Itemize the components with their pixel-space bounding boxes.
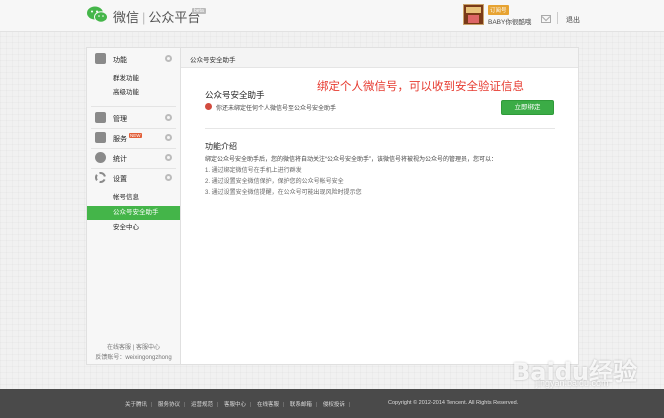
logout-link[interactable]: 退出 xyxy=(566,15,580,25)
breadcrumb-bar: 公众号安全助手 xyxy=(181,48,578,68)
bind-now-button[interactable]: 立即绑定 xyxy=(501,100,554,115)
red-annotation: 绑定个人微信号，可以收到安全验证信息 xyxy=(317,79,524,93)
gear-icon xyxy=(95,172,106,183)
footer-separator: | xyxy=(249,402,252,408)
sidebar-section-service[interactable]: 服务 NEW xyxy=(87,129,180,147)
footer-link[interactable]: 运营规范 xyxy=(191,402,213,408)
sidebar-item-security-assistant[interactable]: 公众号安全助手 xyxy=(87,206,180,220)
header-divider xyxy=(557,12,558,24)
sidebar-section-label: 功能 xyxy=(113,57,127,64)
footer-link[interactable]: 客服中心 xyxy=(224,402,246,408)
footer-link[interactable]: 联系邮箱 xyxy=(290,402,312,408)
sidebar-section-label: 设置 xyxy=(113,176,127,183)
sidebar-section-label: 管理 xyxy=(113,116,127,123)
grid-icon xyxy=(95,53,106,64)
sidebar-divider xyxy=(91,106,176,107)
sidebar-support-links[interactable]: 在线客服 | 客服中心 xyxy=(87,342,180,351)
intro-step: 2. 通过设置安全微信保护，保护您的公众号帐号安全 xyxy=(205,179,344,185)
sidebar-section-stats[interactable]: 统计 xyxy=(87,149,180,167)
account-avatar[interactable] xyxy=(463,4,484,25)
sidebar-item-security-center[interactable]: 安全中心 xyxy=(87,221,180,235)
footer-separator: | xyxy=(216,402,219,408)
wechat-logo-icon[interactable] xyxy=(87,6,108,23)
brand-wechat: 微信 xyxy=(113,10,140,25)
page-title: 公众号安全助手 xyxy=(205,90,265,100)
briefcase-icon xyxy=(95,132,106,143)
intro-step: 1. 通过绑定微信号在手机上进行群发 xyxy=(205,168,302,174)
footer-link[interactable]: 关于腾讯 xyxy=(125,402,147,408)
intro-step: 3. 通过设置安全微信提醒，在公众号可能出现风险时提示您 xyxy=(205,190,362,196)
brand-title[interactable]: 微信 | 公众平台 xyxy=(113,7,200,26)
pie-chart-icon xyxy=(95,152,106,163)
account-type-badge: 订阅号 xyxy=(488,5,509,15)
footer-link[interactable]: 侵权投诉 xyxy=(323,402,345,408)
inbox-icon xyxy=(95,112,106,123)
sidebar-section-manage[interactable]: 管理 xyxy=(87,109,180,127)
main-panel: 公众号安全助手 绑定个人微信号，可以收到安全验证信息 公众号安全助手 你还未绑定… xyxy=(181,47,579,365)
sidebar: 功能 群发功能 高级功能 管理 服务 NEW 统计 设置 帐号信息 公众号安全助… xyxy=(86,47,181,365)
footer-link[interactable]: 服务协议 xyxy=(158,402,180,408)
watermark-url: jingyan.baidu.com xyxy=(536,378,609,388)
warning-text: 你还未绑定任何个人微信号至公众号安全助手 xyxy=(216,106,337,112)
footer-separator: | xyxy=(151,402,153,408)
settings-gear-icon[interactable] xyxy=(165,55,172,62)
sidebar-item-advanced[interactable]: 高级功能 xyxy=(87,86,180,100)
footer-separator: | xyxy=(315,402,318,408)
settings-gear-icon[interactable] xyxy=(165,154,172,161)
intro-title: 功能介绍 xyxy=(205,142,237,151)
footer-separator: | xyxy=(184,402,186,408)
new-badge: NEW xyxy=(129,133,142,138)
warning-icon xyxy=(205,103,212,110)
breadcrumb: 公众号安全助手 xyxy=(190,57,236,64)
settings-gear-icon[interactable] xyxy=(165,134,172,141)
content-divider xyxy=(205,128,555,129)
mail-icon[interactable] xyxy=(541,15,551,23)
footer-separator: | xyxy=(348,402,351,408)
footer-links: 关于腾讯 | 服务协议 | 运营规范 | 客服中心 | 在线客服 | 联系邮箱 | 侵权投诉… xyxy=(125,400,354,408)
sidebar-section-features[interactable]: 功能 xyxy=(87,50,180,68)
footer-link[interactable]: 在线客服 xyxy=(257,402,279,408)
sidebar-feedback-account: 反馈账号：weixingongzhong xyxy=(95,355,172,361)
account-name[interactable]: BABY你很酷哦 xyxy=(488,16,531,26)
sidebar-section-settings[interactable]: 设置 xyxy=(87,169,180,187)
sidebar-item-account-info[interactable]: 帐号信息 xyxy=(87,191,180,205)
top-header: 微信 | 公众平台 beta 订阅号 BABY你很酷哦 退出 xyxy=(0,0,664,32)
brand-separator: | xyxy=(142,10,146,25)
sidebar-item-mass-send[interactable]: 群发功能 xyxy=(87,72,180,86)
intro-description: 绑定公众号安全助手后，您的微信将自动关注“公众号安全助手”，该微信号将被视为公众… xyxy=(205,157,497,163)
page-footer: 关于腾讯 | 服务协议 | 运营规范 | 客服中心 | 在线客服 | 联系邮箱 | 侵权投诉… xyxy=(0,389,664,418)
settings-gear-icon[interactable] xyxy=(165,114,172,121)
beta-badge: beta xyxy=(192,8,206,14)
footer-separator: | xyxy=(282,402,285,408)
sidebar-section-label: 统计 xyxy=(113,156,127,163)
copyright: Copyright © 2012-2014 Tencent. All Right… xyxy=(388,400,519,406)
settings-gear-icon[interactable] xyxy=(165,174,172,181)
sidebar-section-label: 服务 xyxy=(113,136,127,143)
